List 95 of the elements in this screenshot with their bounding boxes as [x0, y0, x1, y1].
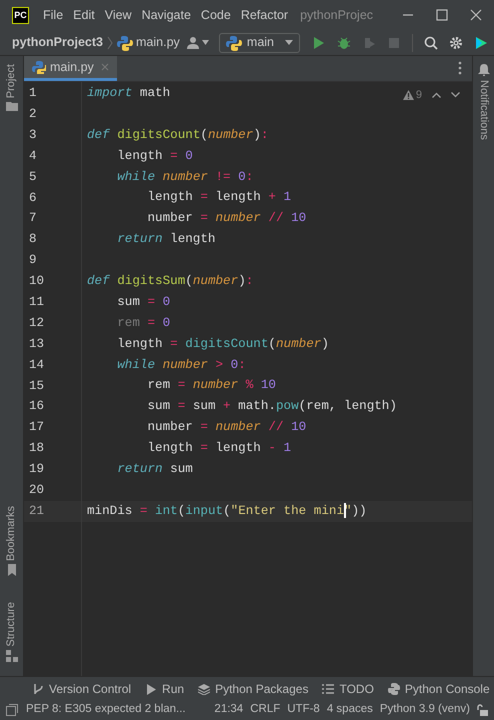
code-line: def digitsCount(number): — [87, 126, 268, 144]
chevron-down-icon[interactable] — [451, 92, 460, 98]
line-number: 9 — [28, 252, 38, 270]
tool-window-tab[interactable]: Structure — [3, 602, 20, 647]
settings-icon[interactable] — [449, 36, 463, 50]
person-icon — [186, 36, 200, 50]
line-number: 19 — [28, 461, 46, 478]
branch-icon — [32, 682, 44, 694]
folder-icon — [6, 101, 18, 112]
status-item[interactable]: 4 spaces — [326, 701, 373, 719]
tool-window-button[interactable]: Python Console — [388, 680, 490, 698]
code-line: sum = sum + math.pow(rem, length) — [146, 398, 397, 416]
user-menu-button[interactable] — [186, 36, 209, 50]
code-line: while number > 0: — [116, 356, 246, 374]
menu-item[interactable]: Edit — [73, 6, 95, 24]
line-number: 20 — [28, 482, 46, 499]
close-icon[interactable] — [470, 9, 482, 21]
run-icon[interactable] — [312, 36, 326, 50]
line-number: 21 — [28, 502, 46, 520]
code-line: while number != 0: — [116, 168, 254, 186]
caret-icon — [202, 40, 209, 45]
code-line: length = 0 — [116, 148, 193, 165]
line-number: 13 — [28, 336, 46, 353]
status-message: PEP 8: E305 expected 2 blan... — [26, 702, 186, 718]
line-number: 2 — [28, 106, 38, 123]
line-number: 8 — [28, 231, 38, 248]
tool-window-button[interactable]: TODO — [322, 680, 374, 698]
python-file-icon — [117, 34, 133, 50]
status-item[interactable]: 21:34 — [214, 701, 244, 719]
code-line: length = length + 1 — [146, 189, 292, 206]
tool-window-button[interactable]: Python Packages — [198, 680, 308, 698]
caret-icon — [285, 40, 293, 45]
status-item[interactable]: CRLF — [250, 701, 280, 719]
panel-icon — [6, 704, 18, 716]
tool-window-tab[interactable]: Project — [3, 64, 20, 98]
line-number: 15 — [28, 378, 46, 395]
breadcrumb[interactable]: main.py — [136, 33, 180, 52]
line-number: 18 — [28, 440, 46, 458]
line-number: 16 — [28, 398, 46, 416]
app-logo: PC — [12, 6, 29, 24]
code-line: return length — [116, 231, 216, 248]
tool-window-button[interactable]: Run — [145, 680, 184, 698]
code-line: length = length - 1 — [146, 440, 292, 458]
breadcrumb[interactable]: pythonProject3 — [12, 33, 103, 52]
file-tab[interactable]: main.py — [24, 56, 117, 81]
status-item[interactable]: UTF-8 — [287, 701, 320, 719]
code-line: sum = 0 — [116, 294, 170, 311]
line-number: 1 — [28, 85, 38, 102]
code-line: number = number // 10 — [146, 210, 306, 228]
toolbox-logo-icon[interactable] — [474, 36, 488, 50]
chevron-up-icon[interactable] — [432, 92, 441, 98]
code-line: rem = number % 10 — [146, 377, 276, 394]
window-title: pythonProjec — [300, 6, 374, 24]
warning-icon — [402, 90, 414, 100]
line-number: 17 — [28, 419, 46, 436]
chevron-icon — [107, 36, 113, 50]
menu-item[interactable]: Navigate — [142, 6, 191, 24]
code-line: import math — [87, 85, 170, 102]
tool-window-tab[interactable]: Notifications — [475, 80, 492, 140]
menu-item[interactable]: Code — [200, 6, 231, 24]
play-icon — [145, 682, 158, 694]
line-number: 11 — [28, 294, 46, 311]
menu-item[interactable]: Refactor — [240, 6, 288, 24]
list-icon — [322, 682, 334, 694]
line-number: 4 — [28, 148, 38, 165]
line-number: 12 — [28, 314, 46, 332]
line-number: 5 — [28, 168, 38, 186]
bookmark-icon — [6, 564, 16, 576]
line-number: 14 — [28, 356, 46, 374]
maximize-icon[interactable] — [436, 9, 448, 21]
code-line: number = number // 10 — [146, 419, 306, 436]
run-configuration-dropdown[interactable]: main — [218, 32, 300, 52]
bell-icon — [478, 64, 490, 76]
code-line: length = digitsCount(number) — [116, 336, 329, 353]
line-number: 7 — [28, 210, 38, 228]
code-line: minDis = int(input("Enter the mini")) — [87, 502, 367, 520]
search-icon[interactable] — [424, 36, 438, 50]
bug-icon[interactable] — [337, 36, 351, 50]
unlocked-icon — [477, 704, 488, 716]
line-number: 6 — [28, 190, 38, 207]
tool-window-button[interactable]: Version Control — [32, 680, 132, 698]
code-line: rem = 0 — [116, 314, 170, 332]
more-options-icon — [458, 61, 462, 75]
layers-icon — [198, 682, 210, 694]
code-line: def digitsSum(number): — [87, 273, 254, 290]
python-file-icon — [32, 60, 46, 74]
inspection-widget[interactable]: 9 — [402, 87, 422, 104]
line-number: 3 — [28, 126, 38, 144]
status-item[interactable]: Python 3.9 (venv) — [380, 701, 470, 719]
tool-window-tab[interactable]: Bookmarks — [3, 506, 20, 562]
line-number: 10 — [28, 273, 46, 290]
structure-icon — [6, 650, 18, 662]
menu-item[interactable]: File — [43, 6, 64, 24]
menu-item[interactable]: View — [104, 6, 132, 24]
code-line: return sum — [116, 461, 193, 478]
